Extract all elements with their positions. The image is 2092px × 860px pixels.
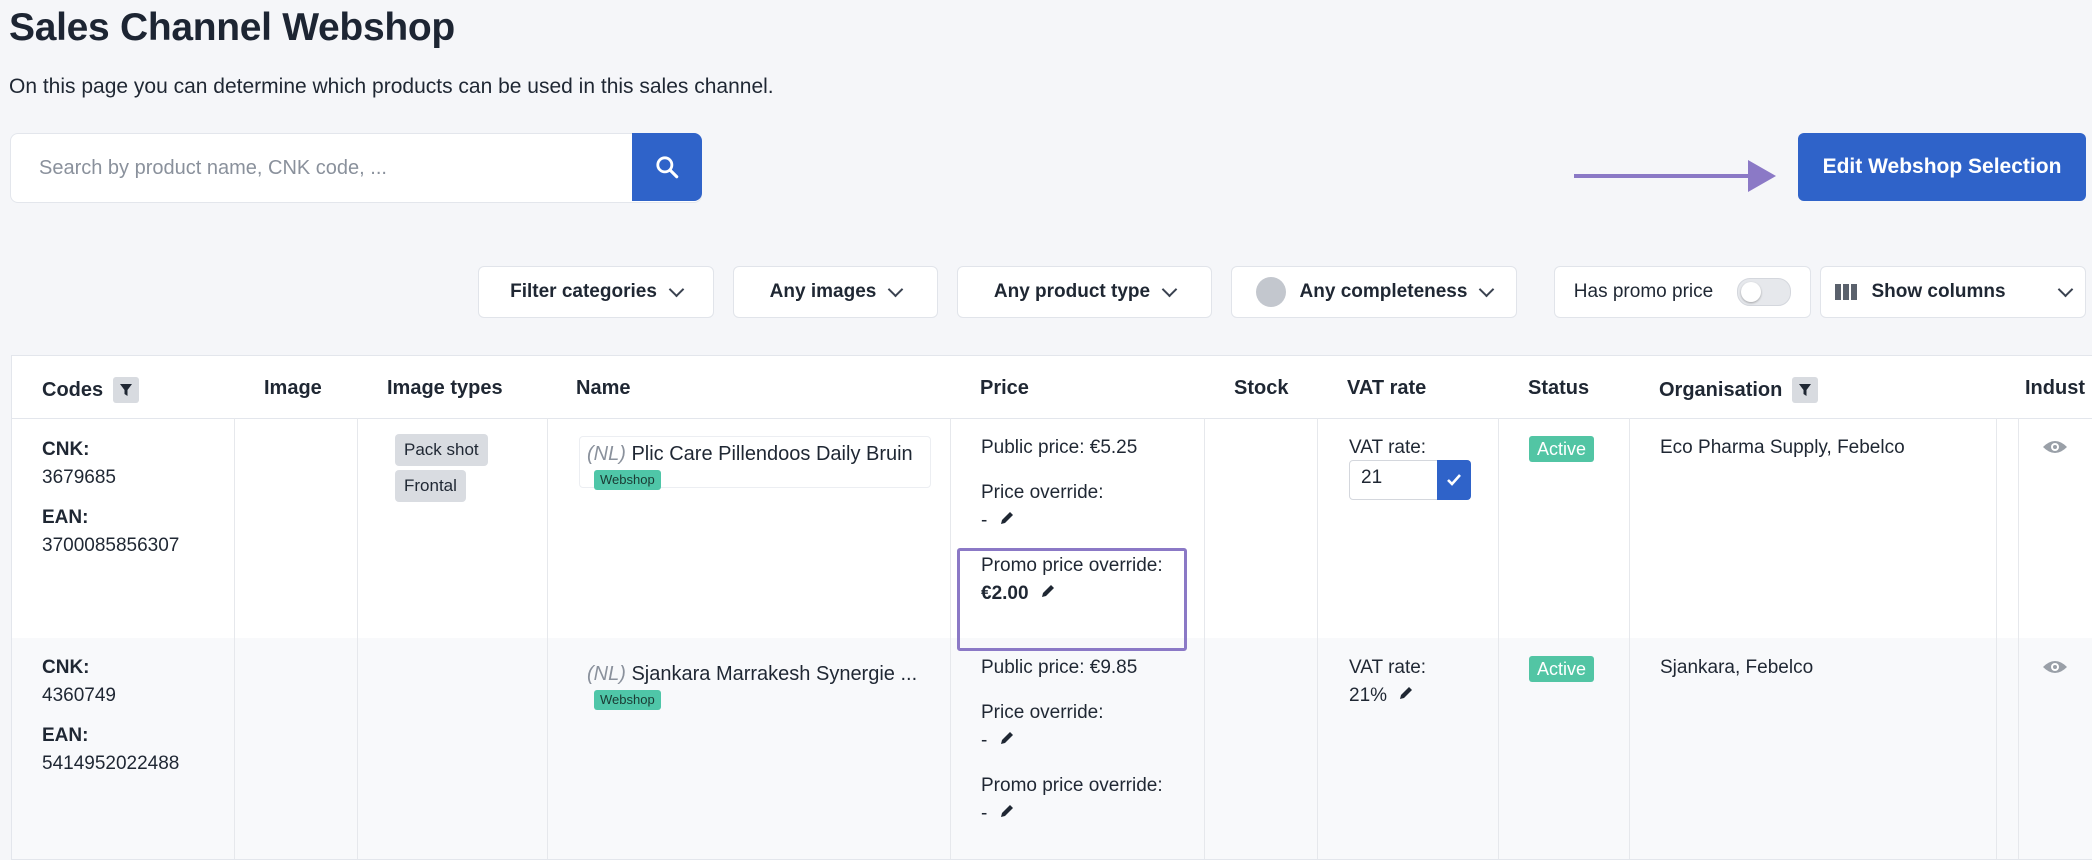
filter-icon[interactable] [113,377,140,403]
column-header-label: Codes [42,378,104,401]
table-row[interactable]: CNK: 4360749 EAN: 5414952022488 [42,654,179,778]
search-button[interactable] [632,133,702,201]
cnk-value: 4360749 [42,685,116,706]
search-input[interactable] [11,134,631,202]
pencil-icon[interactable] [999,803,1015,819]
column-header-industry[interactable]: Indust [2025,377,2085,400]
product-name[interactable]: (NL) Sjankara Marrakesh Synergie ... [587,660,917,688]
filter-categories-label: Filter categories [510,281,657,302]
language-code: (NL) [587,443,626,465]
column-header-codes[interactable]: Codes [42,377,140,403]
column-header-vat-rate[interactable]: VAT rate [1347,377,1426,400]
product-type-filter-dropdown[interactable]: Any product type [957,266,1212,318]
vat-rate-value: 21% [1349,682,1414,710]
page-title: Sales Channel Webshop [9,6,455,49]
column-header-image-types[interactable]: Image types [387,377,503,400]
pencil-icon[interactable] [999,510,1015,526]
column-header-organisation[interactable]: Organisation [1659,377,1819,403]
filter-icon[interactable] [1792,377,1819,403]
price-override-value: - [981,727,1015,755]
eye-icon[interactable] [2042,658,2068,676]
vat-rate-value: 21 [1361,467,1383,488]
filter-categories-dropdown[interactable]: Filter categories [478,266,714,318]
checkmark-icon [1447,474,1461,486]
column-header-status[interactable]: Status [1528,377,1589,400]
product-name-text: Plic Care Pillendoos Daily Bruin [631,443,913,465]
price-override-label: Price override: [981,482,1104,503]
product-type-filter-label: Any product type [993,281,1151,302]
product-name[interactable]: (NL) Plic Care Pillendoos Daily Bruin [587,440,913,468]
pointer-arrow-icon [1574,160,1776,192]
vat-rate-text: 21% [1349,685,1388,706]
chevron-down-icon [1479,281,1495,298]
chevron-down-icon [2057,281,2073,298]
confirm-vat-button[interactable] [1437,460,1471,500]
price-override-label: Price override: [981,702,1104,723]
price-override-text: - [981,510,988,531]
search-icon [656,156,679,179]
page-subtitle: On this page you can determine which pro… [9,75,774,98]
promo-price-value: €2.00 [981,580,1056,608]
column-header-stock[interactable]: Stock [1234,377,1288,400]
columns-icon [1835,284,1858,300]
price-override-value: - [981,507,1015,535]
chevron-down-icon [888,281,904,298]
promo-price-toggle[interactable] [1737,278,1792,306]
promo-price-text: €2.00 [981,583,1029,604]
search-bar [10,133,702,203]
cnk-label: CNK: [42,439,90,460]
status-badge: Active [1529,436,1595,462]
promo-price-text: - [981,803,988,824]
vat-rate-label: VAT rate: [1349,657,1427,678]
promo-price-label: Promo price override: [981,555,1163,576]
eye-icon[interactable] [2042,438,2068,456]
promo-price-filter: Has promo price [1554,266,1811,318]
column-header-name[interactable]: Name [576,377,630,400]
promo-price-toggle-label: Has promo price [1573,281,1714,302]
organisation-value: Sjankara, Febelco [1660,657,1814,678]
products-table: Codes Image Image types Name Price Stock… [11,355,2092,860]
pencil-icon[interactable] [999,730,1015,746]
webshop-badge: Webshop [594,470,661,490]
status-badge: Active [1529,656,1595,682]
show-columns-label: Show columns [1871,281,2006,302]
image-type-badge: Frontal [395,470,466,502]
public-price: Public price: €5.25 [981,437,1138,458]
images-filter-dropdown[interactable]: Any images [733,266,938,318]
image-types-list: Pack shot Frontal [395,434,488,502]
header-divider [12,418,2092,419]
price-override-text: - [981,730,988,751]
public-price: Public price: €9.85 [981,657,1138,678]
show-columns-dropdown[interactable]: Show columns [1820,266,2086,318]
pencil-icon[interactable] [1398,685,1414,701]
language-code: (NL) [587,663,626,685]
column-header-price[interactable]: Price [980,377,1029,400]
image-type-badge: Pack shot [395,434,488,466]
promo-price-value: - [981,800,1015,828]
completeness-filter-dropdown[interactable]: Any completeness [1231,266,1517,318]
vat-rate-label: VAT rate: [1349,437,1427,458]
webshop-badge: Webshop [594,690,661,710]
ean-label: EAN: [42,507,89,528]
ean-label: EAN: [42,725,89,746]
completeness-indicator-icon [1255,277,1286,307]
cnk-value: 3679685 [42,467,116,488]
table-row[interactable]: CNK: 3679685 EAN: 3700085856307 [42,436,179,560]
ean-value: 5414952022488 [42,753,180,774]
column-header-label: Organisation [1659,378,1783,401]
images-filter-label: Any images [769,281,877,302]
ean-value: 3700085856307 [42,535,180,556]
vat-rate-input[interactable]: 21 [1349,460,1471,500]
promo-price-label: Promo price override: [981,775,1163,796]
chevron-down-icon [1161,281,1178,298]
completeness-filter-label: Any completeness [1299,281,1468,302]
chevron-down-icon [668,281,685,298]
edit-webshop-selection-button[interactable]: Edit Webshop Selection [1798,133,2086,201]
product-name-text: Sjankara Marrakesh Synergie ... [631,663,918,685]
cnk-label: CNK: [42,657,90,678]
organisation-value: Eco Pharma Supply, Febelco [1660,437,1905,458]
pencil-icon[interactable] [1040,583,1056,599]
column-header-image[interactable]: Image [264,377,322,400]
